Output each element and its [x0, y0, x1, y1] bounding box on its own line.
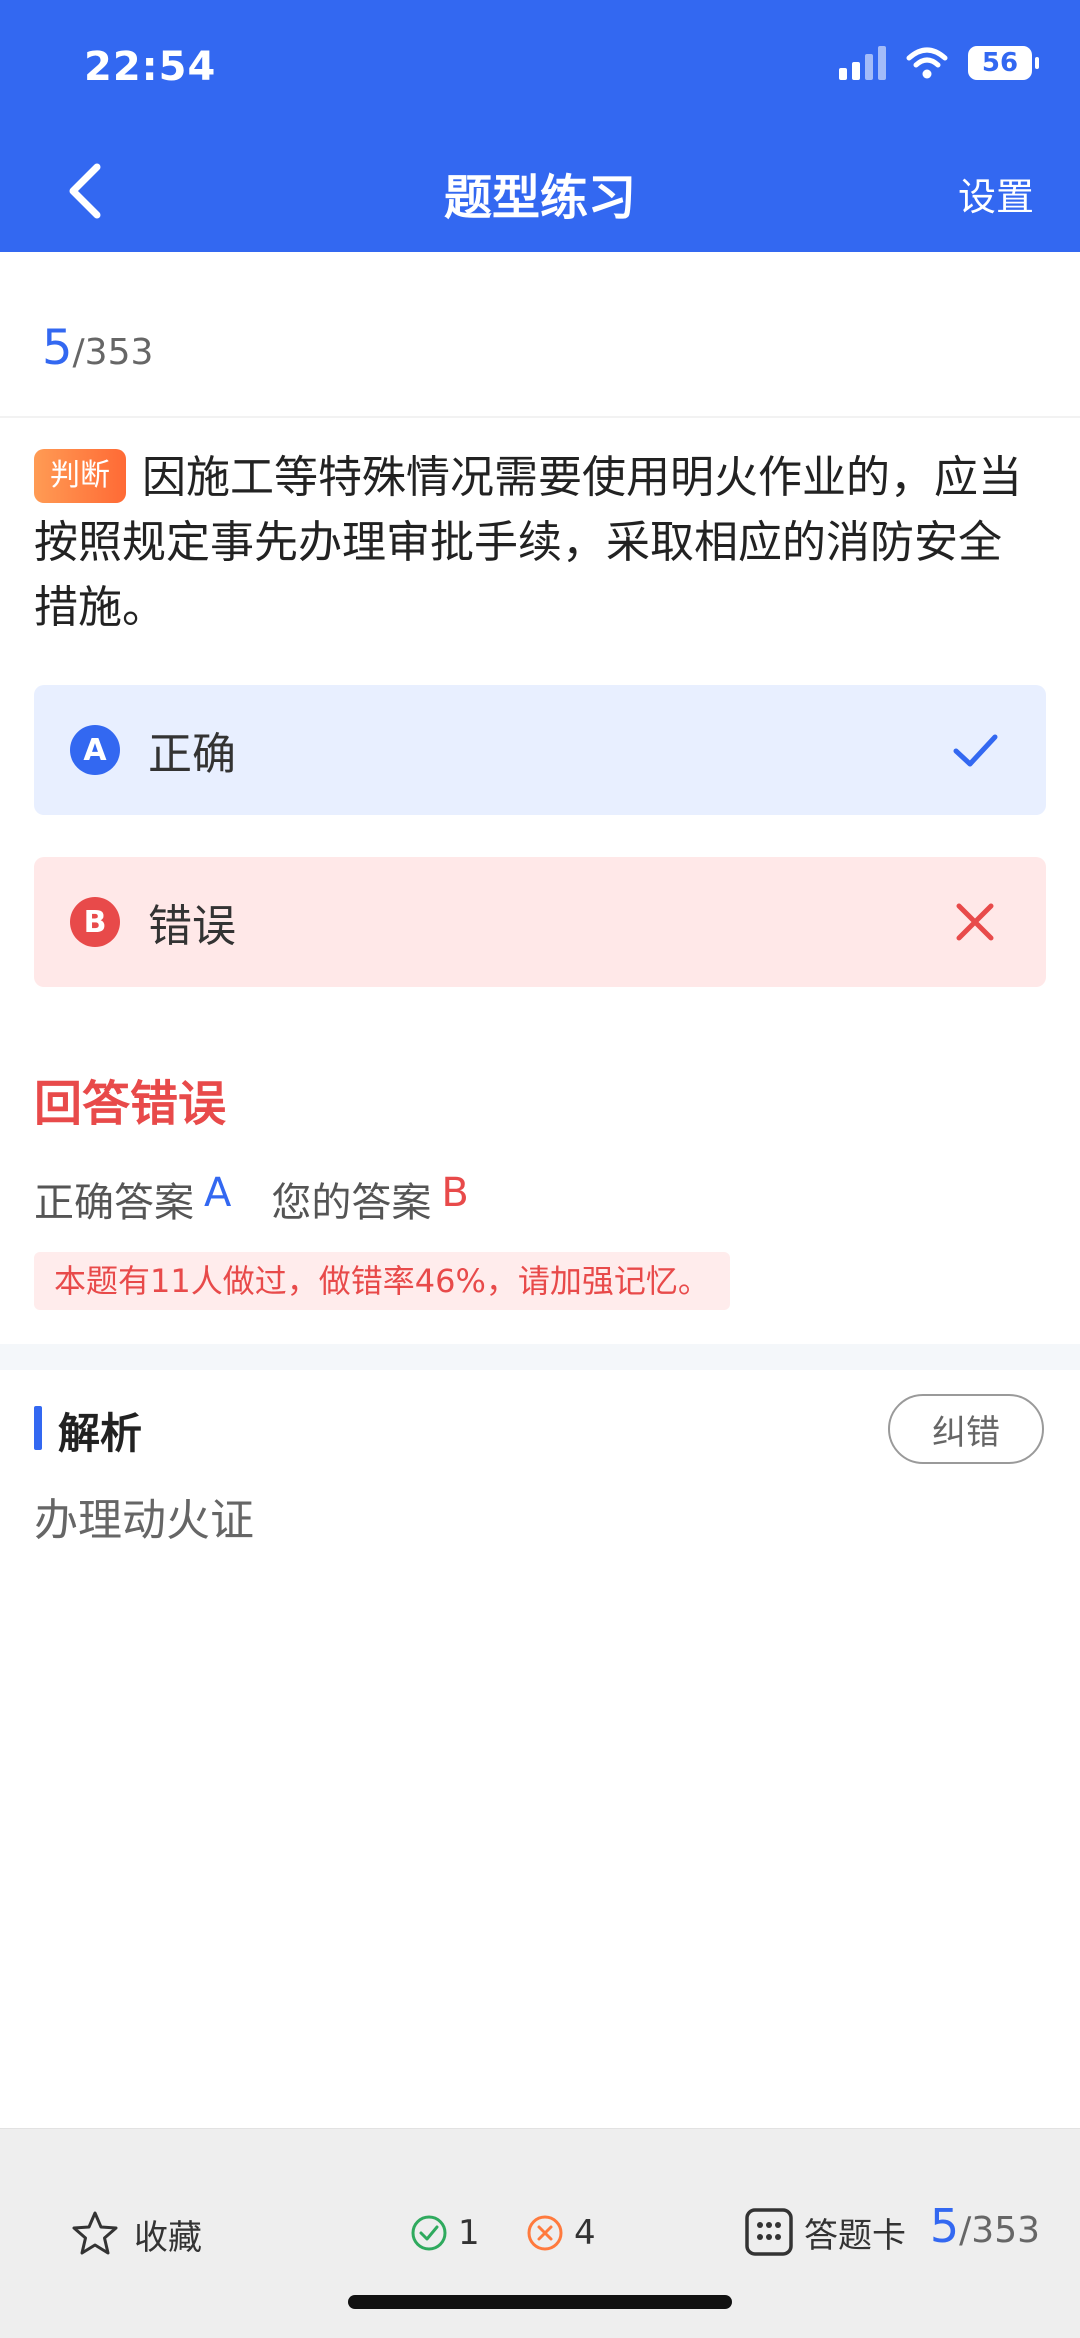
progress-total: /353: [72, 332, 154, 373]
answer-card-label: 答题卡: [804, 2215, 906, 2256]
right-count-value: 1: [458, 2213, 480, 2253]
check-icon: [953, 734, 998, 767]
bottom-progress-total: /353: [959, 2210, 1040, 2251]
wrong-count[interactable]: 4: [526, 2213, 596, 2253]
question-body: 因施工等特殊情况需要使用明火作业的，应当按照规定事先办理审批手续，采取相应的消防…: [34, 452, 1022, 633]
check-circle-icon: [411, 2215, 447, 2251]
option-label: 错误: [148, 901, 236, 952]
star-icon: [72, 2211, 118, 2255]
section-divider: [0, 1344, 1080, 1370]
bottom-progress: 5/353: [930, 2199, 1040, 2253]
home-indicator: [348, 2295, 732, 2309]
settings-button[interactable]: 设置: [958, 166, 1034, 221]
error-rate-tip: 本题有11人做过，做错率46%，请加强记忆。: [34, 1252, 730, 1310]
status-icons: 56: [839, 46, 1039, 80]
x-circle-icon: [527, 2215, 563, 2251]
your-answer-value: B: [441, 1170, 469, 1216]
option-letter: B: [70, 897, 120, 947]
section-accent-bar: [34, 1406, 42, 1450]
analysis-title: 解析: [58, 1409, 143, 1458]
favorite-label: 收藏: [134, 2217, 202, 2258]
signal-icon: [839, 46, 886, 80]
wifi-icon: [906, 47, 948, 79]
question-progress: 5/353: [42, 320, 153, 376]
answer-card-button[interactable]: 答题卡: [744, 2207, 906, 2257]
option-b[interactable]: B 错误: [34, 857, 1046, 987]
correct-answer-label: 正确答案: [34, 1180, 194, 1226]
analysis-content: 办理动火证: [34, 1495, 254, 1546]
result-title: 回答错误: [34, 1076, 227, 1132]
top-header: 22:54 56 题型练习 设置: [0, 0, 1080, 252]
page-title: 题型练习: [443, 170, 636, 226]
close-icon: [956, 903, 994, 941]
divider: [0, 416, 1080, 418]
your-answer-label: 您的答案: [271, 1180, 432, 1226]
right-count[interactable]: 1: [410, 2213, 480, 2253]
report-error-button[interactable]: 纠错: [888, 1394, 1044, 1464]
answer-summary: 正确答案 A 您的答案 B: [34, 1170, 469, 1228]
option-label: 正确: [148, 729, 236, 780]
battery-icon: 56: [968, 46, 1039, 80]
correct-answer-value: A: [204, 1170, 232, 1216]
favorite-button[interactable]: 收藏: [70, 2209, 202, 2259]
grid-icon: [745, 2208, 793, 2256]
option-letter: A: [70, 725, 120, 775]
question-text: 判断 因施工等特殊情况需要使用明火作业的，应当按照规定事先办理审批手续，采取相应的…: [34, 445, 1044, 640]
bottom-progress-current: 5: [929, 2199, 960, 2253]
status-time: 22:54: [84, 44, 217, 90]
question-type-badge: 判断: [34, 449, 126, 503]
progress-current: 5: [42, 320, 73, 376]
wrong-count-value: 4: [574, 2213, 596, 2253]
option-a[interactable]: A 正确: [34, 685, 1046, 815]
